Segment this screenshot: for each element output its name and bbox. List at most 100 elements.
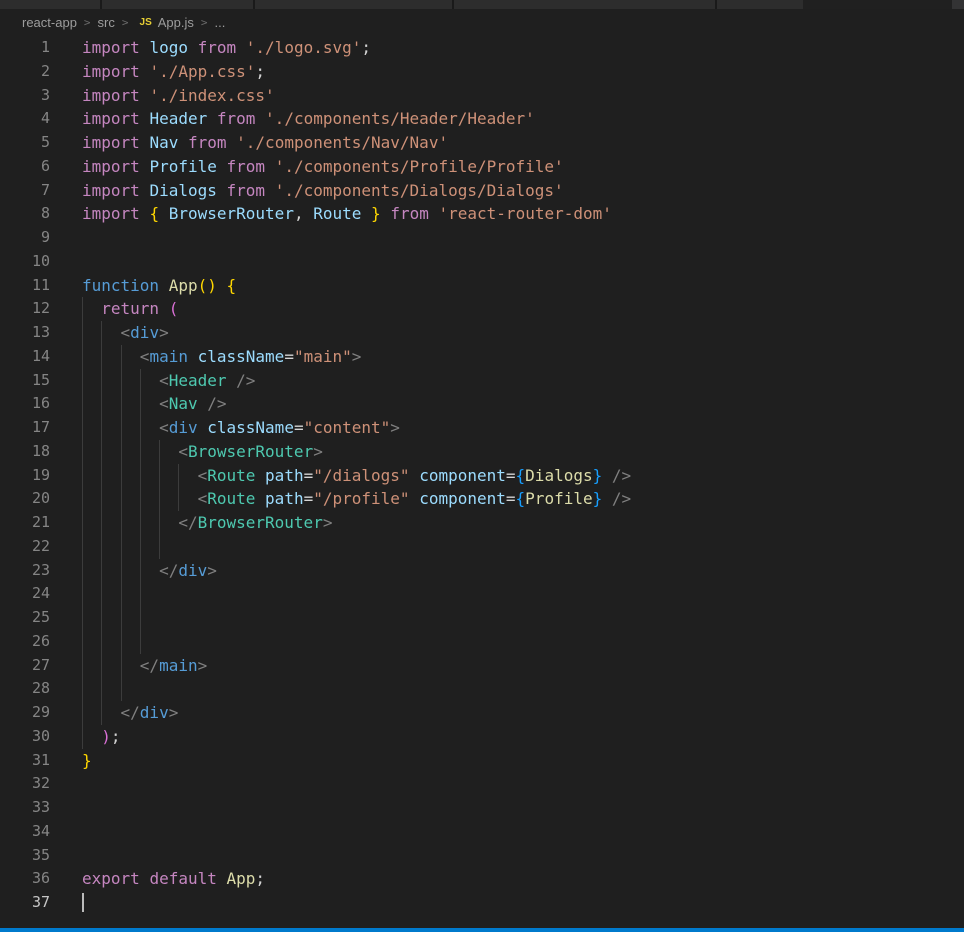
code-line[interactable]: 14 <main className="main"> (0, 344, 964, 369)
indent-guide (82, 724, 101, 749)
indent-guide (120, 416, 140, 440)
code-line[interactable]: 17 <div className="content"> (0, 416, 964, 440)
code-line[interactable]: 7 import Dialogs from './components/Dialo… (0, 179, 964, 203)
line-number[interactable]: 11 (0, 274, 50, 298)
line-number[interactable]: 1 (0, 36, 50, 60)
line-number[interactable]: 30 (0, 725, 50, 749)
code-line[interactable]: 15 <Header /> (0, 368, 964, 393)
code-line[interactable]: 8 import { BrowserRouter, Route } from 'r… (0, 202, 964, 226)
indent-guide (178, 487, 197, 511)
code-line[interactable]: 10 (0, 250, 964, 274)
code-line[interactable]: 28 (0, 677, 964, 701)
code-line[interactable]: 1 import logo from './logo.svg'; (0, 36, 964, 60)
line-number[interactable]: 18 (0, 440, 50, 464)
line-number[interactable]: 10 (0, 250, 50, 274)
code-line[interactable]: 27 </main> (0, 653, 964, 678)
line-number[interactable]: 26 (0, 630, 50, 654)
indent-guide (120, 558, 140, 583)
line-number[interactable]: 35 (0, 844, 50, 868)
code-line[interactable]: 20 <Route path="/profile" component={Prof… (0, 487, 964, 511)
code-line[interactable]: 4 import Header from './components/Header… (0, 107, 964, 131)
indent-guide (139, 582, 159, 606)
breadcrumb-item-folder[interactable]: src (98, 15, 115, 30)
line-number[interactable]: 37 (0, 891, 50, 915)
line-number[interactable]: 36 (0, 867, 50, 891)
line-number[interactable]: 27 (0, 654, 50, 678)
line-number[interactable]: 4 (0, 107, 50, 131)
line-number[interactable]: 20 (0, 487, 50, 511)
breadcrumb-item-symbol[interactable]: ... (215, 15, 226, 30)
indent-guide (120, 534, 140, 559)
code-line[interactable]: 29 </div> (0, 701, 964, 725)
code-text: <Route path="/profile" component={Profil… (50, 487, 964, 511)
code-line[interactable]: 16 <Nav /> (0, 392, 964, 416)
line-number[interactable]: 14 (0, 345, 50, 369)
line-number[interactable]: 22 (0, 535, 50, 559)
indent-guide (178, 463, 197, 488)
code-line[interactable]: 24 (0, 582, 964, 606)
code-line[interactable]: 2 import './App.css'; (0, 60, 964, 84)
breadcrumb-item-project[interactable]: react-app (22, 15, 77, 30)
code-line[interactable]: 9 (0, 226, 964, 250)
tab-bar[interactable] (0, 0, 964, 9)
line-number[interactable]: 13 (0, 321, 50, 345)
code-line[interactable]: 31} (0, 749, 964, 773)
code-text: import Dialogs from './components/Dialog… (82, 180, 564, 200)
line-number[interactable]: 7 (0, 179, 50, 203)
code-line[interactable]: 33 (0, 796, 964, 820)
code-line[interactable]: 21 </BrowserRouter> (0, 511, 964, 535)
code-line[interactable]: 5 import Nav from './components/Nav/Nav' (0, 131, 964, 155)
line-number[interactable]: 24 (0, 582, 50, 606)
code-line[interactable]: 22 (0, 534, 964, 559)
line-number[interactable]: 16 (0, 392, 50, 416)
line-number[interactable]: 31 (0, 749, 50, 773)
code-line[interactable]: 12 return ( (0, 297, 964, 321)
line-number[interactable]: 21 (0, 511, 50, 535)
code-text: </div> (50, 558, 964, 583)
code-line[interactable]: 19 <Route path="/dialogs" component={Dial… (0, 463, 964, 488)
line-number[interactable]: 25 (0, 606, 50, 630)
breadcrumb-item-file[interactable]: App.js (158, 15, 194, 30)
line-number[interactable]: 28 (0, 677, 50, 701)
code-text: } (82, 750, 92, 770)
line-number[interactable]: 33 (0, 796, 50, 820)
line-number[interactable]: 9 (0, 226, 50, 250)
indent-guide (101, 368, 120, 393)
code-line[interactable]: 35 (0, 844, 964, 868)
code-line[interactable]: 23 </div> (0, 558, 964, 583)
code-line[interactable]: 36 export default App; (0, 867, 964, 891)
code-line[interactable]: 25 (0, 606, 964, 630)
line-number[interactable]: 34 (0, 820, 50, 844)
code-text: </div> (50, 701, 964, 725)
indent-guide (139, 606, 159, 630)
code-line[interactable]: 32 (0, 772, 964, 796)
code-editor[interactable]: 1 import logo from './logo.svg'; 2 import '… (0, 36, 964, 915)
code-line[interactable]: 37 (0, 891, 964, 915)
line-number[interactable]: 6 (0, 155, 50, 179)
code-line[interactable]: 26 (0, 629, 964, 654)
code-line[interactable]: 3 import './index.css' (0, 84, 964, 108)
code-line[interactable]: 6 import Profile from './components/Profi… (0, 155, 964, 179)
line-number[interactable]: 19 (0, 464, 50, 488)
indent-guide (120, 511, 140, 535)
code-line[interactable]: 13 <div> (0, 321, 964, 345)
line-number[interactable]: 29 (0, 701, 50, 725)
line-number[interactable]: 17 (0, 416, 50, 440)
indent-guide (101, 558, 120, 583)
line-number[interactable]: 5 (0, 131, 50, 155)
tab-bar-tabs[interactable] (0, 0, 803, 9)
code-line[interactable]: 18 <BrowserRouter> (0, 439, 964, 464)
line-number[interactable]: 15 (0, 369, 50, 393)
line-number[interactable]: 32 (0, 772, 50, 796)
line-number[interactable]: 23 (0, 559, 50, 583)
line-number[interactable]: 3 (0, 84, 50, 108)
code-line[interactable]: 34 (0, 820, 964, 844)
indent-guide (101, 416, 120, 440)
line-number[interactable]: 2 (0, 60, 50, 84)
code-line[interactable]: 30); (0, 724, 964, 749)
code-line[interactable]: 11 function App() { (0, 274, 964, 298)
line-number[interactable]: 8 (0, 202, 50, 226)
line-number[interactable]: 12 (0, 297, 50, 321)
